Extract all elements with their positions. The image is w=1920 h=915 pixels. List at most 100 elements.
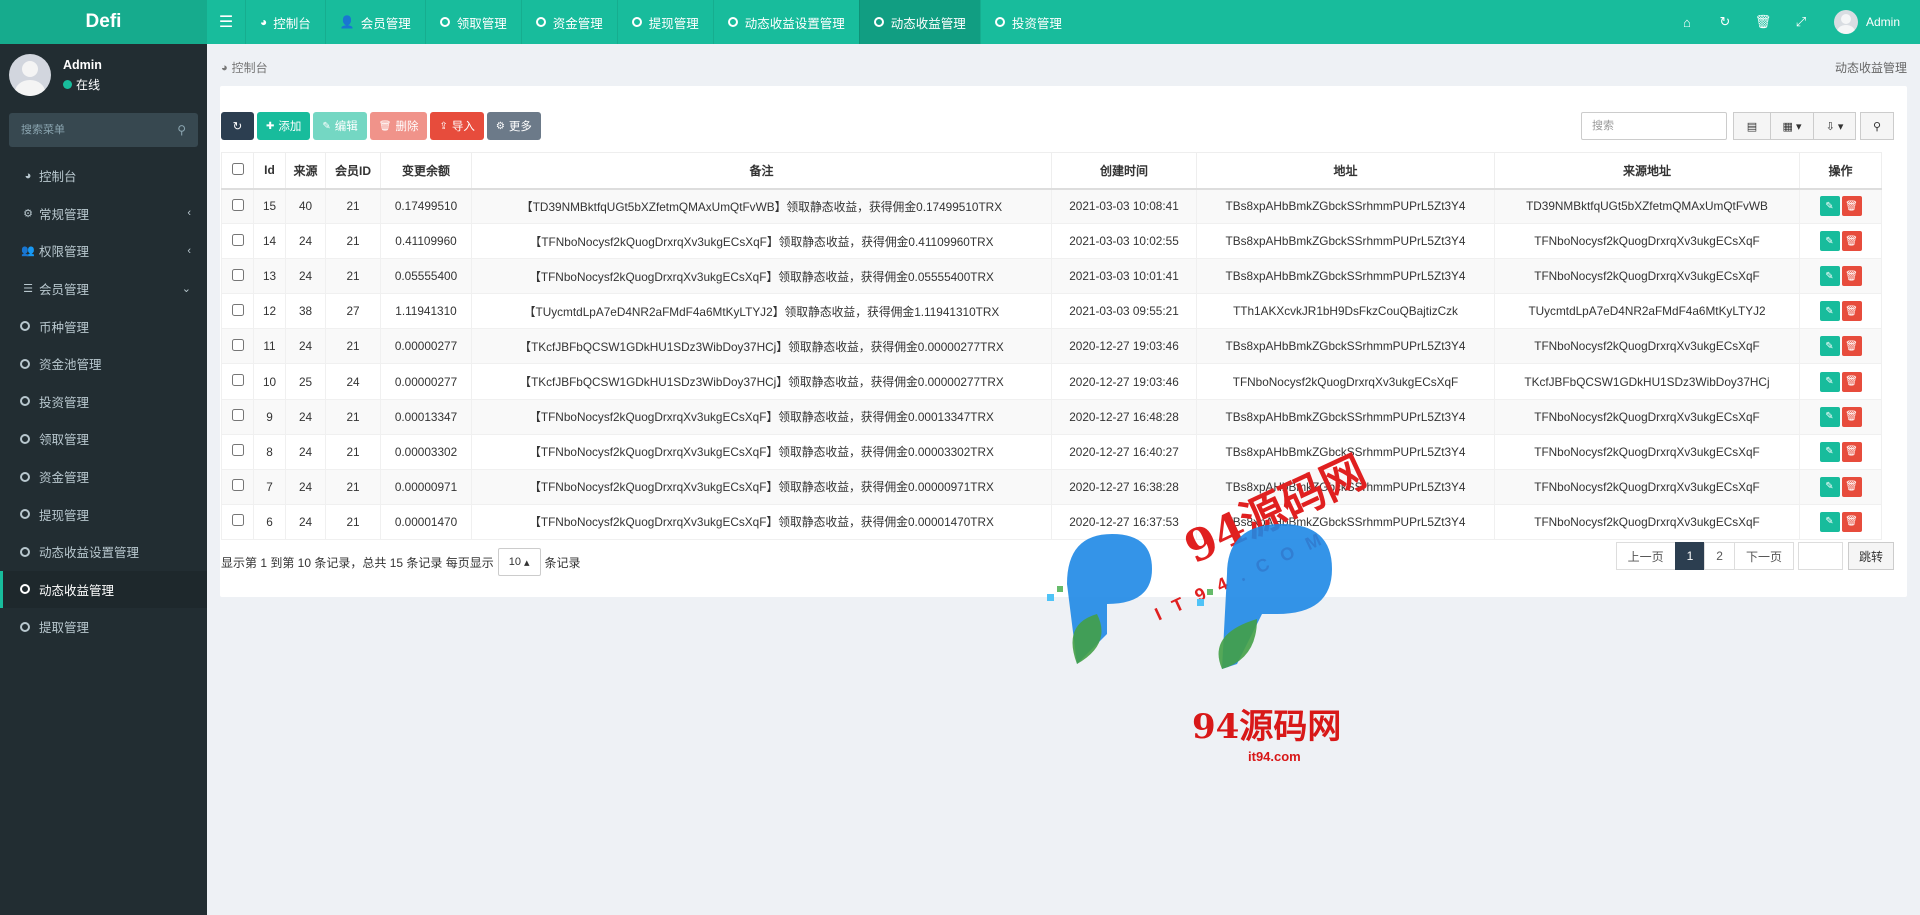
- tab-investment[interactable]: 投资管理: [979, 0, 1076, 44]
- edit-row-button[interactable]: ✎: [1819, 406, 1840, 427]
- sidebar-item-investment[interactable]: 投资管理: [0, 383, 207, 421]
- sidebar-item-withdraw[interactable]: 提现管理: [0, 495, 207, 533]
- sidebar-item-claim[interactable]: 领取管理: [0, 420, 207, 458]
- row-checkbox[interactable]: [231, 198, 244, 211]
- page-button[interactable]: 2: [1704, 542, 1735, 570]
- table-row[interactable]: 15 40 21 0.17499510 【TD39NMBktfqUGt5bXZfetmQ…: [221, 187, 1882, 225]
- delete-row-button[interactable]: 🗑: [1841, 336, 1862, 357]
- sidebar-search-input[interactable]: [21, 124, 161, 136]
- row-checkbox[interactable]: [231, 268, 244, 281]
- table-row[interactable]: 8 24 21 0.00003302 【TFNboNocysf2kQuogDrxrqXv…: [221, 433, 1882, 470]
- column-header[interactable]: 来源: [285, 152, 326, 190]
- delete-row-button[interactable]: 🗑: [1841, 266, 1862, 287]
- menu-toggle-icon[interactable]: ☰: [207, 0, 245, 44]
- home-icon[interactable]: ⌂: [1668, 15, 1706, 30]
- tab-members[interactable]: 👤 会员管理: [324, 0, 425, 44]
- select-all-checkbox[interactable]: [231, 162, 244, 175]
- search-icon[interactable]: ⚲: [177, 123, 186, 137]
- columns-button[interactable]: ▦ ▾: [1770, 112, 1814, 140]
- column-header[interactable]: 来源地址: [1494, 152, 1800, 190]
- circle-icon: [20, 584, 30, 595]
- sidebar-item-members[interactable]: ☰ 会员管理 ⌄: [0, 270, 207, 308]
- row-checkbox[interactable]: [231, 514, 244, 527]
- jump-page-input[interactable]: [1797, 542, 1843, 570]
- more-button[interactable]: ⚙ 更多: [486, 112, 541, 140]
- table-row[interactable]: 12 38 27 1.11941310 【TUycmtdLpA7eD4NR2aFMdF4…: [221, 293, 1882, 330]
- tab-dashboard[interactable]: ◕ 控制台: [245, 0, 325, 44]
- advanced-search-button[interactable]: ⚲: [1860, 112, 1894, 140]
- column-header[interactable]: 创建时间: [1051, 152, 1197, 190]
- prev-page-button[interactable]: 上一页: [1615, 542, 1676, 570]
- table-row[interactable]: 13 24 21 0.05555400 【TFNboNocysf2kQuogDrxrqX…: [221, 258, 1882, 295]
- edit-row-button[interactable]: ✎: [1819, 511, 1840, 532]
- edit-row-button[interactable]: ✎: [1819, 336, 1840, 357]
- column-header[interactable]: 变更余额: [380, 152, 472, 190]
- import-button[interactable]: ⇪ 导入: [430, 112, 484, 140]
- table-row[interactable]: 11 24 21 0.00000277 【TKcfJBFbQCSW1GDkHU1SDz3…: [221, 328, 1882, 365]
- sidebar-item-pool[interactable]: 资金池管理: [0, 345, 207, 383]
- tab-withdraw[interactable]: 提现管理: [616, 0, 713, 44]
- export-button[interactable]: ⇩ ▾: [1813, 112, 1856, 140]
- tab-claim[interactable]: 领取管理: [424, 0, 521, 44]
- row-checkbox[interactable]: [231, 233, 244, 246]
- sidebar-item-general[interactable]: ⚙ 常规管理 ‹: [0, 195, 207, 233]
- toggle-view-button[interactable]: ▤: [1733, 112, 1771, 140]
- table-row[interactable]: 9 24 21 0.00013347 【TFNboNocysf2kQuogDrxrqXv…: [221, 398, 1882, 435]
- delete-row-button[interactable]: 🗑: [1841, 301, 1862, 322]
- edit-button[interactable]: ✎ 编辑: [313, 112, 367, 140]
- add-button[interactable]: ✚ 添加: [257, 112, 311, 140]
- refresh-icon[interactable]: ↻: [1706, 14, 1744, 30]
- trash-icon[interactable]: 🗑: [1744, 14, 1782, 30]
- column-header[interactable]: Id: [253, 152, 286, 190]
- page-size-dropdown[interactable]: 10 ▴: [497, 548, 541, 576]
- app-logo[interactable]: Defi: [0, 0, 207, 44]
- sidebar-item-currency[interactable]: 币种管理: [0, 307, 207, 345]
- row-checkbox[interactable]: [231, 303, 244, 316]
- delete-row-button[interactable]: 🗑: [1841, 441, 1862, 462]
- table-row[interactable]: 10 25 24 0.00000277 【TKcfJBFbQCSW1GDkHU1SDz3…: [221, 363, 1882, 400]
- user-menu[interactable]: Admin: [1833, 10, 1900, 34]
- row-checkbox[interactable]: [231, 338, 244, 351]
- tab-dynamic-settings[interactable]: 动态收益设置管理: [712, 0, 859, 44]
- tab-funds[interactable]: 资金管理: [520, 0, 617, 44]
- cell-addr: TBs8xpAHbBmkZGbckSSrhmmPUPrL5Zt3Y4: [1196, 433, 1495, 470]
- row-checkbox[interactable]: [231, 479, 244, 492]
- sidebar-item-auth[interactable]: 👥 权限管理 ‹: [0, 232, 207, 270]
- sidebar-item-dynamic-settings[interactable]: 动态收益设置管理: [0, 533, 207, 571]
- delete-row-button[interactable]: 🗑: [1841, 406, 1862, 427]
- delete-row-button[interactable]: 🗑: [1841, 476, 1862, 497]
- column-header[interactable]: 会员ID: [325, 152, 381, 190]
- sidebar-item-dashboard[interactable]: ◕ 控制台: [0, 157, 207, 195]
- sidebar-item-extract[interactable]: 提取管理: [0, 608, 207, 646]
- tab-dynamic-income[interactable]: 动态收益管理: [858, 0, 980, 44]
- column-header[interactable]: 地址: [1196, 152, 1495, 190]
- table-row[interactable]: 6 24 21 0.00001470 【TFNboNocysf2kQuogDrxrqXv…: [221, 503, 1882, 540]
- sidebar-item-dynamic-income[interactable]: 动态收益管理: [0, 570, 207, 609]
- table-row[interactable]: 7 24 21 0.00000971 【TFNboNocysf2kQuogDrxrqXv…: [221, 468, 1882, 505]
- table-search-input[interactable]: [1581, 112, 1727, 140]
- edit-row-button[interactable]: ✎: [1819, 371, 1840, 392]
- delete-row-button[interactable]: 🗑: [1841, 371, 1862, 392]
- page-button[interactable]: 1: [1674, 542, 1706, 570]
- fullscreen-icon[interactable]: ⤢: [1782, 14, 1820, 30]
- next-page-button[interactable]: 下一页: [1733, 542, 1794, 570]
- edit-row-button[interactable]: ✎: [1819, 301, 1840, 322]
- edit-row-button[interactable]: ✎: [1819, 266, 1840, 287]
- edit-row-button[interactable]: ✎: [1819, 196, 1840, 217]
- jump-button[interactable]: 跳转: [1847, 542, 1894, 570]
- delete-row-button[interactable]: 🗑: [1841, 511, 1862, 532]
- table-row[interactable]: 14 24 21 0.41109960 【TFNboNocysf2kQuogDrxrqX…: [221, 223, 1882, 260]
- sidebar-item-funds[interactable]: 资金管理: [0, 458, 207, 496]
- delete-row-button[interactable]: 🗑: [1841, 196, 1862, 217]
- row-checkbox[interactable]: [231, 374, 244, 387]
- row-checkbox[interactable]: [231, 409, 244, 422]
- delete-row-button[interactable]: 🗑: [1841, 231, 1862, 252]
- column-header[interactable]: 备注: [471, 152, 1052, 190]
- edit-row-button[interactable]: ✎: [1819, 476, 1840, 497]
- refresh-button[interactable]: ↻: [221, 112, 254, 140]
- delete-button[interactable]: 🗑 删除: [369, 112, 428, 140]
- breadcrumb[interactable]: ◕ 控制台: [221, 59, 268, 76]
- edit-row-button[interactable]: ✎: [1819, 231, 1840, 252]
- row-checkbox[interactable]: [231, 444, 244, 457]
- edit-row-button[interactable]: ✎: [1819, 441, 1840, 462]
